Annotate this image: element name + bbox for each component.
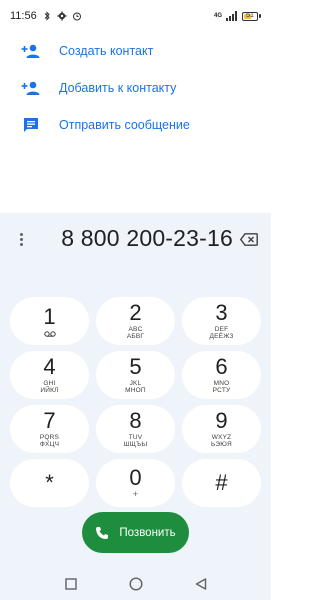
status-time: 11:56 <box>10 10 37 22</box>
dial-key[interactable]: 6 MNO РСТУ <box>182 351 261 399</box>
signal-icon <box>226 11 237 21</box>
backspace-icon[interactable] <box>239 230 259 248</box>
send-message-label: Отправить сообщение <box>59 117 190 132</box>
add-to-contact-action[interactable]: Добавить к контакту <box>0 69 271 106</box>
dial-key[interactable]: 8 TUV ШЩЪЫ <box>96 405 175 453</box>
home-nav-icon[interactable] <box>128 576 144 592</box>
dial-key-letters: + <box>132 489 139 500</box>
battery-text: 51 <box>246 11 254 19</box>
keypad: 1 2 ABC АБВГ 3 DEF ДЕЁЖЗ 4 GHI ИЙКЛ 5 JKL МНОП 6 MNO РС… <box>10 297 261 507</box>
dial-key-digit: # <box>215 470 228 495</box>
dial-key[interactable]: 7 PQRS ФХЦЧ <box>10 405 89 453</box>
person-add-icon <box>20 40 42 62</box>
person-add-icon <box>20 77 42 99</box>
dial-key-digit: 2 <box>129 299 142 325</box>
dial-key-letters: ШЩЪЫ <box>123 441 148 448</box>
dial-key-letters: PQRS <box>39 433 60 441</box>
bluetooth-icon <box>44 11 50 21</box>
more-options-icon[interactable] <box>14 229 28 249</box>
send-message-action[interactable]: Отправить сообщение <box>0 106 271 143</box>
dial-key[interactable]: 9 WXYZ ЬЭЮЯ <box>182 405 261 453</box>
dial-key-digit: 3 <box>215 299 228 325</box>
battery-icon: 51 <box>242 11 261 21</box>
dial-key[interactable]: # <box>182 459 261 507</box>
voicemail-icon <box>43 330 56 337</box>
settings-icon <box>57 11 67 21</box>
dial-key[interactable]: 1 <box>10 297 89 345</box>
dial-key-letters: MNO <box>213 379 230 387</box>
message-icon <box>20 114 42 136</box>
dialed-number[interactable]: 8 800 200-23-16 <box>34 225 233 255</box>
dial-key-digit: 8 <box>129 407 142 433</box>
dial-key-letters: ФХЦЧ <box>39 441 60 448</box>
dial-key-letters: ИЙКЛ <box>40 387 59 394</box>
dialpad-panel: 8 800 200-23-16 1 2 ABC АБВГ 3 DEF ДЕЁЖЗ 4 GHI ИЙ… <box>0 213 271 600</box>
recents-nav-icon[interactable] <box>63 576 79 592</box>
dial-key-letters: GHI <box>43 379 56 387</box>
create-contact-label: Создать контакт <box>59 43 154 58</box>
dial-key[interactable]: 2 ABC АБВГ <box>96 297 175 345</box>
call-button[interactable]: Позвонить <box>82 512 189 553</box>
dial-key-digit: 1 <box>43 303 56 329</box>
signal-tag: 4G <box>213 13 222 19</box>
dial-key-letters: ABC <box>128 325 143 333</box>
dial-key-digit: 5 <box>129 353 142 379</box>
dial-key-letters: МНОП <box>125 387 146 394</box>
phone-icon <box>96 526 109 539</box>
dial-key[interactable]: 0 + <box>96 459 175 507</box>
dial-key-letters: WXYZ <box>211 433 232 441</box>
dial-key-digit: 0 <box>129 465 142 491</box>
dial-key-letters: ДЕЁЖЗ <box>209 333 234 340</box>
number-row: 8 800 200-23-16 <box>0 213 271 265</box>
alarm-icon <box>72 12 81 21</box>
call-label: Позвонить <box>119 526 176 539</box>
status-bar: 11:56 4G 51 <box>0 0 271 32</box>
dial-key-digit: 7 <box>43 407 56 433</box>
dial-key[interactable]: 5 JKL МНОП <box>96 351 175 399</box>
dial-key-letters: DEF <box>214 325 229 333</box>
dial-key[interactable]: 4 GHI ИЙКЛ <box>10 351 89 399</box>
add-to-contact-label: Добавить к контакту <box>59 80 177 95</box>
dial-key-digit: * <box>45 470 54 495</box>
dial-key-letters: РСТУ <box>212 387 231 394</box>
dial-key[interactable]: 3 DEF ДЕЁЖЗ <box>182 297 261 345</box>
back-nav-icon[interactable] <box>193 576 209 592</box>
dial-key-letters: АБВГ <box>126 333 145 340</box>
dial-key-digit: 4 <box>43 353 56 379</box>
dial-key-digit: 9 <box>215 407 228 433</box>
dial-key-letters: JKL <box>129 379 142 387</box>
dial-key-letters: ЬЭЮЯ <box>211 441 232 448</box>
dial-key[interactable]: * <box>10 459 89 507</box>
system-nav-bar <box>0 568 271 600</box>
dial-key-digit: 6 <box>215 353 228 379</box>
dial-key-letters: TUV <box>128 433 143 441</box>
create-contact-action[interactable]: Создать контакт <box>0 32 271 69</box>
suggested-actions: Создать контакт Добавить к контакту Отпр… <box>0 32 271 143</box>
